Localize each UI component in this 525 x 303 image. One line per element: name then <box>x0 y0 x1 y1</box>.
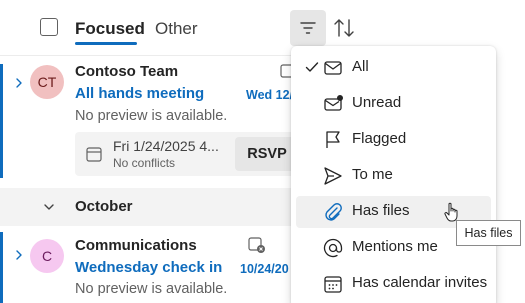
filter-menu: All Unread Flagged To me Has files Menti… <box>291 46 496 303</box>
paperclip-icon <box>325 203 342 221</box>
message-date: Wed 12/ <box>246 88 294 102</box>
filter-option-label: Flagged <box>352 130 407 147</box>
filter-option-has-calendar-invites[interactable]: Has calendar invites <box>296 268 491 300</box>
filter-option-label: To me <box>352 166 393 183</box>
filter-option-label: All <box>352 58 369 75</box>
chevron-right-icon[interactable] <box>12 248 26 262</box>
sort-arrows-icon <box>334 19 354 37</box>
rsvp-button[interactable]: RSVP <box>235 137 299 171</box>
invite-date: Fri 1/24/2025 4... <box>113 138 219 154</box>
at-icon <box>323 238 343 258</box>
filter-option-label: Mentions me <box>352 238 438 255</box>
meeting-invite-card: Fri 1/24/2025 4... No conflicts RSVP <box>75 132 305 176</box>
subject-line: Wednesday check in <box>75 259 223 276</box>
filter-option-label: Has calendar invites <box>352 274 488 291</box>
message-date: 10/24/20 <box>240 262 289 276</box>
filter-option-to-me[interactable]: To me <box>296 160 491 192</box>
sort-button[interactable] <box>326 10 362 46</box>
avatar: CT <box>30 65 64 99</box>
tooltip: Has files <box>456 220 521 246</box>
unread-indicator <box>0 64 3 178</box>
flag-icon <box>326 131 340 148</box>
sender-name: Contoso Team <box>75 63 179 80</box>
avatar: C <box>30 239 64 273</box>
filter-option-unread[interactable]: Unread <box>296 88 491 120</box>
chevron-right-icon[interactable] <box>12 76 26 90</box>
send-icon <box>324 167 342 185</box>
mail-unread-icon <box>324 95 343 111</box>
tab-focused[interactable]: Focused <box>75 19 145 39</box>
message-preview: No preview is available. <box>75 281 228 297</box>
calendar-icon <box>324 276 342 293</box>
calendar-declined-icon <box>248 237 265 253</box>
message-preview: No preview is available. <box>75 108 228 124</box>
active-tab-indicator <box>75 42 137 45</box>
mail-icon <box>324 61 342 75</box>
checkmark-icon <box>305 62 319 72</box>
subject-line: All hands meeting <box>75 85 205 102</box>
filter-option-label: Has files <box>352 202 410 219</box>
group-label: October <box>75 198 133 215</box>
chevron-down-icon <box>44 204 54 210</box>
sender-name: Communications <box>75 237 197 254</box>
filter-option-label: Unread <box>352 94 402 111</box>
invite-conflicts: No conflicts <box>113 156 176 170</box>
filter-option-all[interactable]: All <box>296 52 491 84</box>
calendar-icon <box>86 147 102 162</box>
filter-button[interactable] <box>290 10 326 46</box>
unread-indicator <box>0 232 3 303</box>
filter-icon <box>300 22 316 34</box>
select-all-checkbox[interactable] <box>40 18 58 36</box>
filter-option-flagged[interactable]: Flagged <box>296 124 491 156</box>
tab-other[interactable]: Other <box>155 19 198 39</box>
